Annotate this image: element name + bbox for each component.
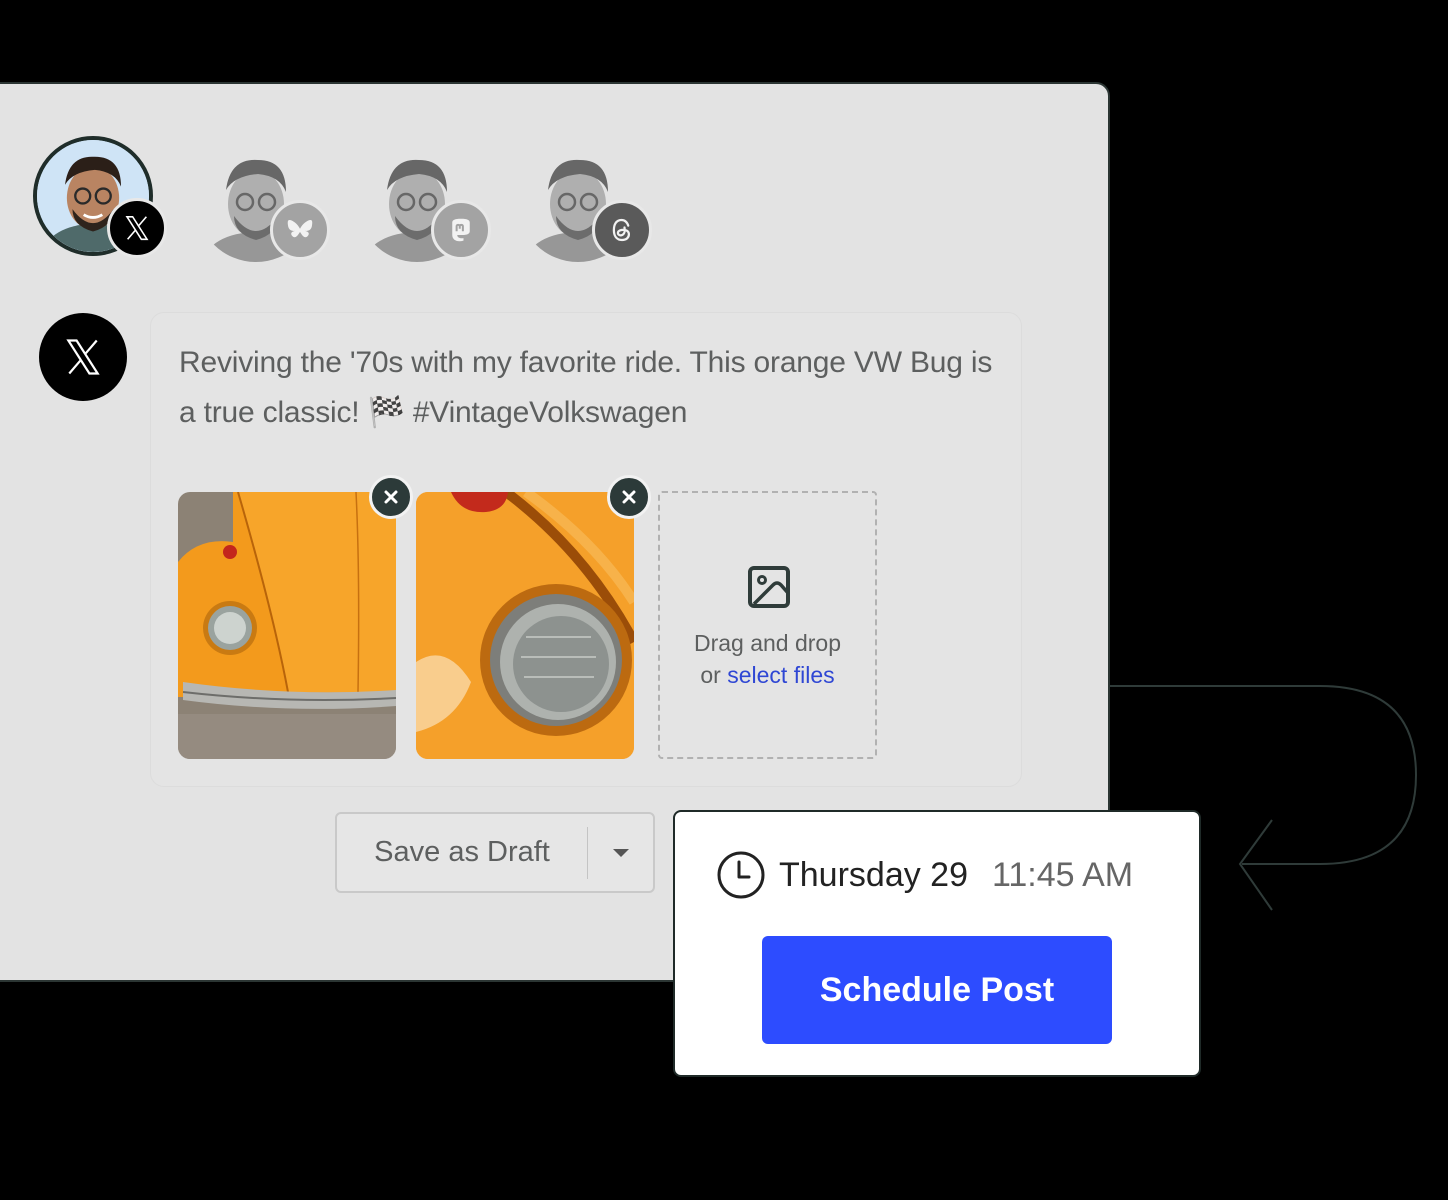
- remove-attachment-button[interactable]: [369, 475, 413, 519]
- x-logo-icon: [107, 198, 167, 258]
- dropzone-prefix: or: [700, 662, 728, 688]
- mastodon-icon: [431, 200, 491, 260]
- schedule-post-button[interactable]: Schedule Post: [762, 936, 1112, 1044]
- network-x-icon: [39, 313, 127, 401]
- curved-arrow-icon: [1110, 685, 1418, 911]
- caret-down-icon: [612, 848, 629, 857]
- account-bluesky[interactable]: [196, 142, 330, 272]
- schedule-day: Thursday 29: [779, 855, 968, 894]
- upload-dropzone[interactable]: Drag and drop or select files: [658, 491, 877, 759]
- image-icon: [748, 566, 790, 608]
- save-draft-split-button: Save as Draft: [335, 812, 655, 893]
- schedule-datetime[interactable]: Thursday 29 11:45 AM: [715, 848, 1133, 902]
- account-threads[interactable]: [518, 142, 652, 272]
- account-mastodon[interactable]: [357, 142, 491, 272]
- draft-options-button[interactable]: [588, 814, 653, 891]
- dropzone-text: Drag and drop or select files: [660, 627, 875, 691]
- close-icon: [622, 490, 636, 504]
- attachment-image[interactable]: [178, 492, 396, 759]
- save-draft-button[interactable]: Save as Draft: [337, 836, 587, 869]
- dropzone-line: Drag and drop: [693, 630, 842, 656]
- account-x[interactable]: [33, 136, 167, 266]
- post-text[interactable]: Reviving the '70s with my favorite ride.…: [179, 338, 999, 438]
- close-icon: [384, 490, 398, 504]
- select-files-link[interactable]: select files: [727, 662, 834, 688]
- attachment-image[interactable]: [416, 492, 634, 759]
- remove-attachment-button[interactable]: [607, 475, 651, 519]
- butterfly-icon: [270, 200, 330, 260]
- threads-icon: [592, 200, 652, 260]
- clock-icon: [717, 851, 765, 899]
